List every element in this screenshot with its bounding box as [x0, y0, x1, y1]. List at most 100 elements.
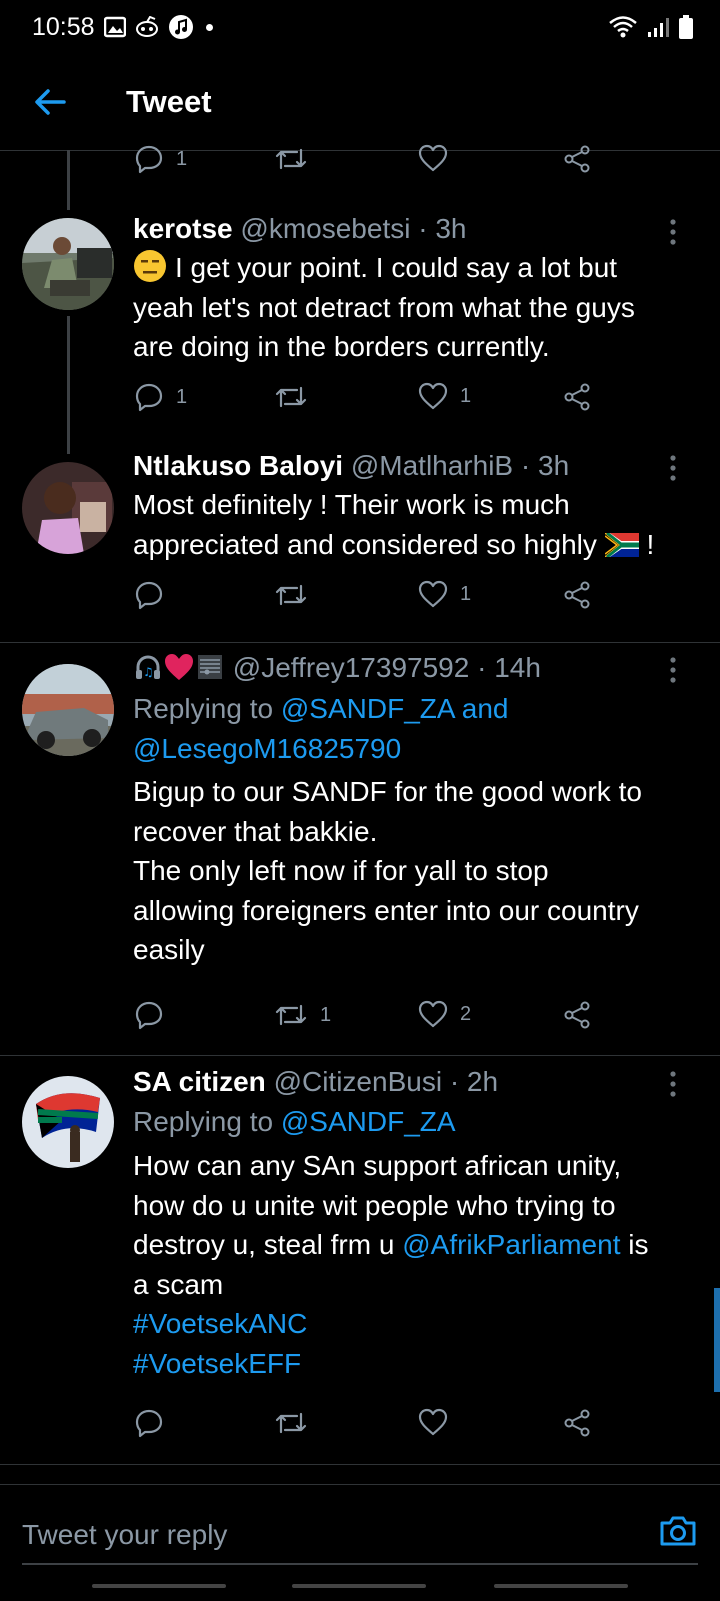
like-button[interactable]: 2 [418, 1000, 471, 1028]
tweet-item[interactable]: ♫ @Jeffrey17397592 · 14h Replying to @SA… [0, 652, 720, 1010]
share-button[interactable] [562, 1000, 592, 1030]
mention-link[interactable]: @SANDF_ZA [281, 1106, 456, 1137]
avatar[interactable] [22, 664, 114, 756]
share-button[interactable] [562, 580, 592, 610]
nav-back[interactable] [494, 1584, 628, 1588]
tweet-text-line: recover that bakkie. [133, 815, 378, 847]
status-bar: 10:58 [0, 0, 720, 56]
avatar[interactable] [22, 1076, 114, 1168]
reply-input[interactable]: Tweet your reply [22, 1519, 227, 1551]
retweet-button[interactable]: 1 [274, 1000, 331, 1030]
camera-icon[interactable] [658, 1514, 698, 1548]
retweet-button[interactable] [274, 144, 308, 174]
like-icon [418, 1408, 448, 1436]
gallery-icon [104, 16, 126, 38]
more-icon[interactable] [668, 454, 678, 482]
replying-to-label: Replying to [133, 693, 274, 724]
like-icon [418, 382, 448, 410]
tweet-actions: 1 [134, 580, 614, 620]
hashtag-link[interactable]: #VoetsekEFF [133, 1348, 301, 1379]
expressionless-emoji-icon [134, 250, 166, 282]
battery-icon [679, 15, 693, 39]
more-icon[interactable] [668, 656, 678, 684]
thread-connector [67, 150, 70, 210]
like-button[interactable] [418, 1408, 460, 1436]
tweet-header: kerotse @kmosebetsi · 3h [133, 213, 466, 245]
scrollbar[interactable] [714, 1288, 720, 1392]
share-button[interactable] [562, 1408, 592, 1438]
mention-link[interactable]: @SANDF_ZA and [281, 693, 509, 724]
reply-icon [135, 1001, 163, 1030]
retweet-button[interactable] [274, 580, 320, 610]
tweet-header: ♫ @Jeffrey17397592 · 14h [133, 652, 541, 684]
tweet-text-line: appreciated and considered so highly ! [133, 528, 655, 560]
reply-button[interactable]: 1 [134, 382, 187, 412]
like-button[interactable]: 1 [418, 580, 471, 608]
like-button[interactable]: 1 [418, 382, 471, 410]
share-button[interactable] [562, 144, 592, 174]
top-app-bar: Tweet [0, 56, 720, 151]
user-handle[interactable]: @MatlharhiB [351, 450, 513, 481]
tweet-header: Ntlakuso Baloyi @MatlharhiB · 3h [133, 450, 569, 482]
reply-icon [135, 145, 163, 174]
user-handle[interactable]: @Jeffrey17397592 [233, 652, 470, 683]
retweet-button[interactable] [274, 1408, 320, 1438]
tweet-text-line: yeah let's not detract from what the guy… [133, 291, 635, 323]
mention-link[interactable]: @LesegoM16825790 [133, 733, 401, 764]
reply-input-underline [22, 1563, 698, 1565]
like-button[interactable] [418, 144, 448, 172]
tweet-divider [0, 642, 720, 643]
reply-button[interactable] [134, 1408, 176, 1438]
user-handle[interactable]: @kmosebetsi [240, 213, 410, 244]
reply-icon [135, 383, 163, 412]
avatar[interactable] [22, 462, 114, 554]
svg-text:♫: ♫ [143, 665, 154, 679]
app-notification-icon [136, 16, 158, 37]
tweet-text: How can any SAn support african unity, h… [133, 1146, 703, 1383]
user-handle[interactable]: @CitizenBusi [274, 1066, 442, 1097]
mention-link[interactable]: @AfrikParliament [402, 1229, 620, 1260]
reply-button[interactable] [134, 1000, 176, 1030]
tweet-text-line: destroy u, steal frm u @AfrikParliament … [133, 1229, 649, 1260]
red-heart-emoji-icon [165, 654, 193, 680]
like-count: 1 [460, 384, 472, 407]
tweet-actions: 1 2 [134, 1000, 614, 1040]
like-count: 1 [460, 582, 472, 605]
retweet-button[interactable] [274, 382, 320, 412]
more-icon[interactable] [668, 218, 678, 246]
reply-count: 1 [176, 385, 188, 408]
display-name[interactable]: SA citizen [133, 1066, 266, 1097]
share-icon [564, 145, 590, 173]
notification-icons [104, 14, 213, 40]
display-name[interactable]: kerotse [133, 213, 233, 244]
wifi-icon [609, 16, 637, 38]
tweet-text-line: how do u unite wit people who trying to [133, 1189, 616, 1221]
tweet-time: · 3h [418, 213, 467, 244]
nav-home[interactable] [292, 1584, 426, 1588]
display-name[interactable]: Ntlakuso Baloyi [133, 450, 343, 481]
replying-to: Replying to @SANDF_ZA and @LesegoM168257… [133, 689, 703, 768]
tweet-header: SA citizen @CitizenBusi · 2h [133, 1066, 498, 1098]
tweet-item[interactable]: SA citizen @CitizenBusi · 2h Replying to… [0, 1066, 720, 1432]
like-icon [418, 144, 448, 172]
retweet-count: 1 [320, 1003, 332, 1026]
share-button[interactable] [562, 382, 592, 412]
signal-icon [648, 18, 669, 37]
reply-button[interactable]: 1 [134, 144, 187, 174]
music-icon [169, 15, 193, 39]
retweet-icon [275, 584, 307, 606]
avatar[interactable] [22, 218, 114, 310]
reply-button[interactable] [134, 580, 176, 610]
tweet-time: · 3h [520, 450, 570, 481]
tweet-divider [0, 1055, 720, 1056]
tweet-text-line: are doing in the borders currently. [133, 331, 550, 362]
tweet-actions [134, 1408, 614, 1448]
more-icon[interactable] [668, 1070, 678, 1098]
like-count: 2 [460, 1002, 472, 1025]
like-icon [418, 580, 448, 608]
hashtag-link[interactable]: #VoetsekANC [133, 1308, 307, 1339]
nav-recent-apps[interactable] [92, 1584, 226, 1588]
back-arrow-icon[interactable] [30, 82, 70, 122]
share-icon [564, 581, 590, 609]
headphones-emoji-icon: ♫ [136, 655, 160, 679]
